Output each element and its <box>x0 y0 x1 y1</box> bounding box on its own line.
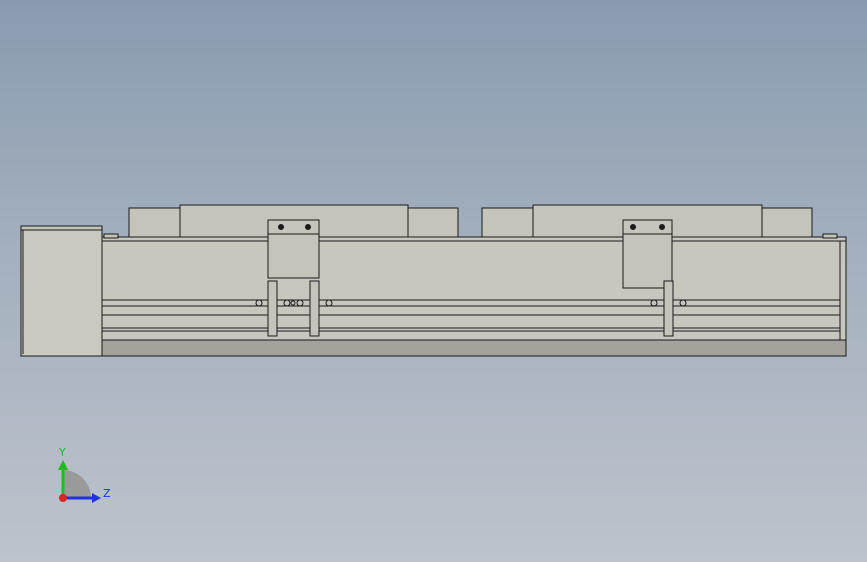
base-rail <box>101 339 847 357</box>
model-canvas[interactable]: Y Z <box>0 0 867 562</box>
sensor-hole-6 <box>650 299 658 307</box>
sensor-bracket-2[interactable] <box>622 219 673 289</box>
bracket-1-plate <box>267 219 320 279</box>
carriage-2-end-left <box>481 207 534 238</box>
y-axis-arrow-icon <box>58 460 68 470</box>
sensor-hole-2 <box>283 299 291 307</box>
y-axis-label: Y <box>58 446 66 459</box>
sensor-post-3[interactable] <box>663 280 674 337</box>
motor-block-top <box>20 225 103 231</box>
linear-actuator-model[interactable] <box>20 204 847 357</box>
end-detail-left <box>103 233 119 239</box>
cad-viewport[interactable]: Y Z <box>0 0 867 562</box>
sensor-hole-4 <box>296 299 304 307</box>
sensor-post-2[interactable] <box>309 280 320 337</box>
sensor-hole-3 <box>290 300 296 306</box>
orientation-triad: Y Z <box>58 446 111 503</box>
motor-block[interactable] <box>20 227 103 357</box>
end-detail-right <box>822 233 838 239</box>
sensor-hole-5 <box>325 299 333 307</box>
z-axis-arrow-icon <box>92 493 101 503</box>
bracket-1-screw-2 <box>305 224 311 230</box>
sensor-bracket-1[interactable] <box>267 219 320 279</box>
carriage-1-end-right <box>407 207 459 238</box>
bracket-2-plate <box>622 219 673 289</box>
carriage-1-end-left <box>128 207 181 238</box>
triad-plane <box>63 470 91 498</box>
bracket-2-screw-2 <box>659 224 665 230</box>
main-body <box>101 236 847 341</box>
bracket-2-screw-1 <box>630 224 636 230</box>
carriage-2-end-right <box>761 207 813 238</box>
sensor-hole-7 <box>679 299 687 307</box>
bracket-1-screw-1 <box>278 224 284 230</box>
sensor-hole-1 <box>255 299 263 307</box>
x-axis-origin-icon <box>59 494 67 502</box>
z-axis-label: Z <box>103 487 111 500</box>
sensor-post-1[interactable] <box>267 280 278 337</box>
